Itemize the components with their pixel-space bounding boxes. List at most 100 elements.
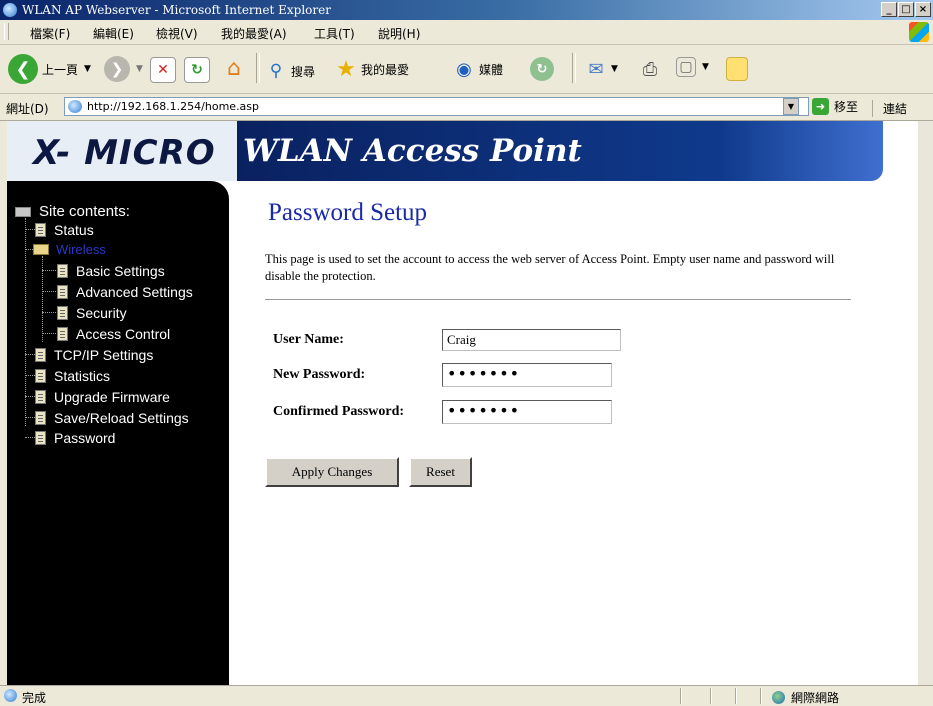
new-password-label: New Password: [273,367,366,382]
status-pane [680,688,682,704]
confirmed-password-input[interactable]: ••••••• [442,400,612,424]
links-toolbar[interactable]: 連結 [872,100,907,117]
sidebar-item-tcpip-settings[interactable]: TCP/IP Settings [35,347,153,363]
address-url: http://192.168.1.254/home.asp [87,100,260,113]
stop-button[interactable]: ✕ [150,57,176,83]
sidebar-item-label: TCP/IP Settings [54,347,154,363]
go-label: 移至 [834,100,859,114]
menu-view[interactable]: 檢視(V) [156,25,198,42]
sidebar-item-label: Basic Settings [76,263,165,279]
messenger-button[interactable] [726,57,748,81]
page-icon [57,264,68,278]
maximize-button[interactable]: □ [898,2,914,17]
menu-edit[interactable]: 編輯(E) [93,25,134,42]
favorites-button[interactable]: ★ 我的最愛 [334,56,409,82]
sidebar-item-label: Wireless [56,242,106,257]
page-icon [35,348,46,362]
dropdown-icon: ▼ [702,62,709,72]
address-label: 網址(D) [6,102,49,116]
sidebar-item-label: Access Control [76,326,171,342]
user-name-input[interactable]: Craig [442,329,621,351]
menu-file[interactable]: 檔案(F) [30,25,70,42]
menu-favorites[interactable]: 我的最愛(A) [221,25,287,42]
print-button[interactable]: ⎙ [638,57,662,81]
back-arrow-icon: ❮ [8,54,38,84]
star-icon: ★ [336,56,356,82]
media-label: 媒體 [479,62,504,77]
toolbar-separator [572,53,576,83]
address-bar: 網址(D) http://192.168.1.254/home.asp ▼ ➜ … [0,94,933,121]
sidebar-item-label: Advanced Settings [76,284,193,300]
security-zone: 網際網路 [772,689,839,706]
printer-icon: ⎙ [642,58,658,80]
dropdown-icon: ▼ [136,64,143,74]
sidebar-item-label: Password [54,430,116,446]
tree-line [42,333,56,334]
dropdown-icon: ▼ [611,64,618,74]
go-button[interactable]: ➜ 移至 [812,98,858,115]
menu-help[interactable]: 說明(H) [378,25,420,42]
toolbar: ❮ 上一頁 ▼ ❯ ▼ ✕ ↻ ⌂ ⚲ 搜尋 ★ 我的最愛 ◉ 媒體 ↻ ✉ ▼… [0,45,933,94]
menu-tools[interactable]: 工具(T) [314,25,355,42]
sidebar-item-wireless[interactable]: Wireless [33,242,106,257]
sidebar-item-access-control[interactable]: Access Control [57,326,170,342]
refresh-icon: ↻ [184,57,210,83]
note-icon [726,57,748,81]
mail-button[interactable]: ✉ ▼ [584,57,618,81]
right-margin [918,121,933,685]
tree-line [42,256,43,342]
sidebar-item-status[interactable]: Status [35,222,94,238]
forward-button[interactable]: ❯ ▼ [104,56,143,82]
refresh-button[interactable]: ↻ [184,57,210,83]
minimize-button[interactable]: _ [881,2,897,17]
page-icon [35,411,46,425]
dropdown-icon: ▼ [84,64,91,74]
new-password-input[interactable]: ••••••• [442,363,612,387]
sidebar-item-save-reload-settings[interactable]: Save/Reload Settings [35,410,189,426]
history-button[interactable]: ↻ [530,57,554,81]
sidebar-item-statistics[interactable]: Statistics [35,368,110,384]
sidebar-item-upgrade-firmware[interactable]: Upgrade Firmware [35,389,170,405]
tree-line [42,270,56,271]
site-tree: Site contents: Status Wireless Basic Set… [7,181,229,685]
title-bar: WLAN AP Webserver - Microsoft Internet E… [0,0,933,20]
sidebar-item-basic-settings[interactable]: Basic Settings [57,263,165,279]
address-input[interactable]: http://192.168.1.254/home.asp [64,97,809,116]
product-name: WLAN Access Point [243,133,582,169]
sidebar-item-label: Security [76,305,127,321]
page-icon [57,306,68,320]
apply-changes-button[interactable]: Apply Changes [265,457,399,487]
globe-icon [772,691,785,704]
media-button[interactable]: ◉ 媒體 [452,57,503,81]
brand-logo: X- MICRO [7,121,237,181]
search-label: 搜尋 [291,64,316,79]
page-icon [57,327,68,341]
zone-label: 網際網路 [791,691,840,705]
stop-icon: ✕ [150,57,176,83]
page-icon [57,285,68,299]
ie-icon [3,3,17,17]
folder-open-icon [33,244,49,255]
history-icon: ↻ [530,57,554,81]
address-dropdown-button[interactable]: ▼ [783,98,799,115]
sidebar-item-advanced-settings[interactable]: Advanced Settings [57,284,193,300]
home-button[interactable]: ⌂ [220,55,248,81]
logo-text: X- MICRO [33,133,216,173]
media-icon: ◉ [456,58,472,80]
user-name-label: User Name: [273,332,344,347]
search-button[interactable]: ⚲ 搜尋 [264,59,315,83]
windows-logo-icon [909,22,929,42]
close-button[interactable]: × [915,2,931,17]
menu-bar: 檔案(F) 編輯(E) 檢視(V) 我的最愛(A) 工具(T) 說明(H) [0,20,933,45]
status-bar: 完成 網際網路 [0,685,933,706]
sidebar-item-password[interactable]: Password [35,430,115,446]
page-icon [68,100,82,113]
edit-button[interactable]: ▢ ▼ [676,57,709,77]
back-button[interactable]: ❮ 上一頁 ▼ [8,54,91,84]
sidebar-item-security[interactable]: Security [57,305,127,321]
home-icon: ⌂ [227,55,241,81]
reset-button[interactable]: Reset [409,457,472,487]
page-status-icon [4,689,17,702]
product-banner: WLAN Access Point [237,121,883,181]
divider [265,299,851,300]
